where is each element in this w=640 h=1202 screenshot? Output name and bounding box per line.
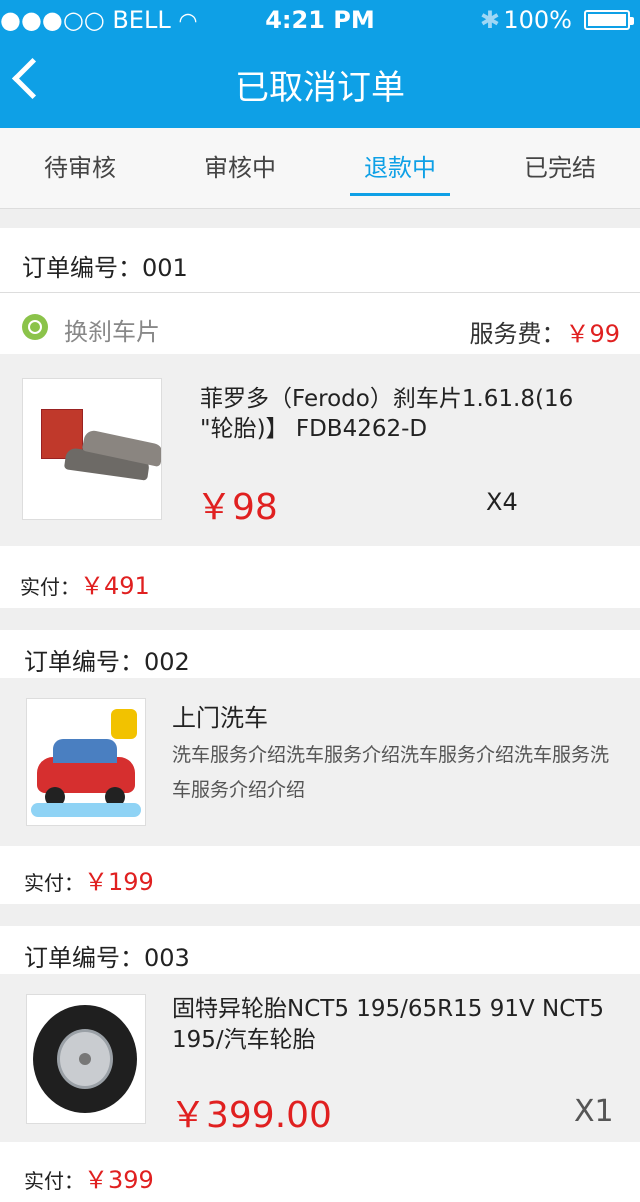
product-name: 菲罗多（Ferodo）刹车片1.61.8(16 "轮胎)】 FDB4262-D [200,386,574,442]
service-fee-amount: ￥99 [565,320,620,348]
car-wash-image [26,698,146,826]
tab-refunding[interactable]: 退款中 [320,128,480,208]
product-name: 上门洗车 [172,704,268,732]
product-quantity: X1 [574,1094,614,1129]
tab-label: 已完结 [524,154,596,182]
tire-image [26,994,146,1124]
paid-label: 实付： [24,1169,84,1193]
product-row[interactable]: 固特异轮胎NCT5 195/65R15 91V NCT5 195/汽车轮胎 ￥3… [0,974,640,1142]
bluetooth-icon: ✱ [479,6,500,34]
tab-pending-review[interactable]: 待审核 [0,128,160,208]
paid-total: 实付：￥199 [24,862,154,897]
tab-bar: 待审核 审核中 退款中 已完结 [0,128,640,209]
paid-total: 实付：￥491 [20,566,150,601]
product-price: ￥399.00 [170,1095,332,1136]
product-row[interactable]: 菲罗多（Ferodo）刹车片1.61.8(16 "轮胎)】 FDB4262-D … [0,354,640,546]
active-tab-indicator [350,193,450,196]
tab-under-review[interactable]: 审核中 [160,128,320,208]
tab-label: 退款中 [364,154,436,182]
paid-label: 实付： [20,575,80,599]
paid-amount: ￥199 [84,868,154,896]
tab-label: 待审核 [44,154,116,182]
order-card[interactable]: 订单编号：001 换刹车片 服务费：￥99 菲罗多（Ferodo）刹车片1.61… [0,228,640,608]
brake-pad-image [22,378,162,520]
paid-amount: ￥399 [84,1166,154,1194]
order-card[interactable]: 订单编号：002 上门洗车 洗车服务介绍洗车服务介绍洗车服务介绍洗车服务洗车服务… [0,630,640,904]
order-card[interactable]: 订单编号：003 固特异轮胎NCT5 195/65R15 91V NCT5 19… [0,926,640,1202]
service-fee: 服务费：￥99 [469,314,620,349]
tab-label: 审核中 [204,154,276,182]
tab-completed[interactable]: 已完结 [480,128,640,208]
order-number: 订单编号：003 [24,944,190,972]
order-number: 订单编号：001 [22,254,188,282]
service-name: 换刹车片 [64,318,160,346]
status-bar: ●●●○○ BELL ◠ 4:21 PM ✱ 100% [0,0,640,40]
paid-label: 实付： [24,871,84,895]
product-price: ￥98 [196,487,278,528]
page-title: 已取消订单 [235,68,405,108]
battery-icon [584,10,634,30]
product-row[interactable]: 上门洗车 洗车服务介绍洗车服务介绍洗车服务介绍洗车服务洗车服务介绍介绍 [0,678,640,846]
paid-amount: ￥491 [80,572,150,600]
product-description: 洗车服务介绍洗车服务介绍洗车服务介绍洗车服务洗车服务介绍介绍 [172,744,610,801]
product-name: 固特异轮胎NCT5 195/65R15 91V NCT5 195/汽车轮胎 [172,996,604,1053]
brake-disc-icon [22,314,48,340]
product-quantity: X4 [486,488,518,516]
battery-percent: 100% [503,6,572,34]
order-number: 订单编号：002 [24,648,190,676]
paid-total: 实付：￥399 [24,1160,154,1195]
service-fee-label: 服务费： [469,320,566,348]
header: ●●●○○ BELL ◠ 4:21 PM ✱ 100% 已取消订单 [0,0,640,128]
